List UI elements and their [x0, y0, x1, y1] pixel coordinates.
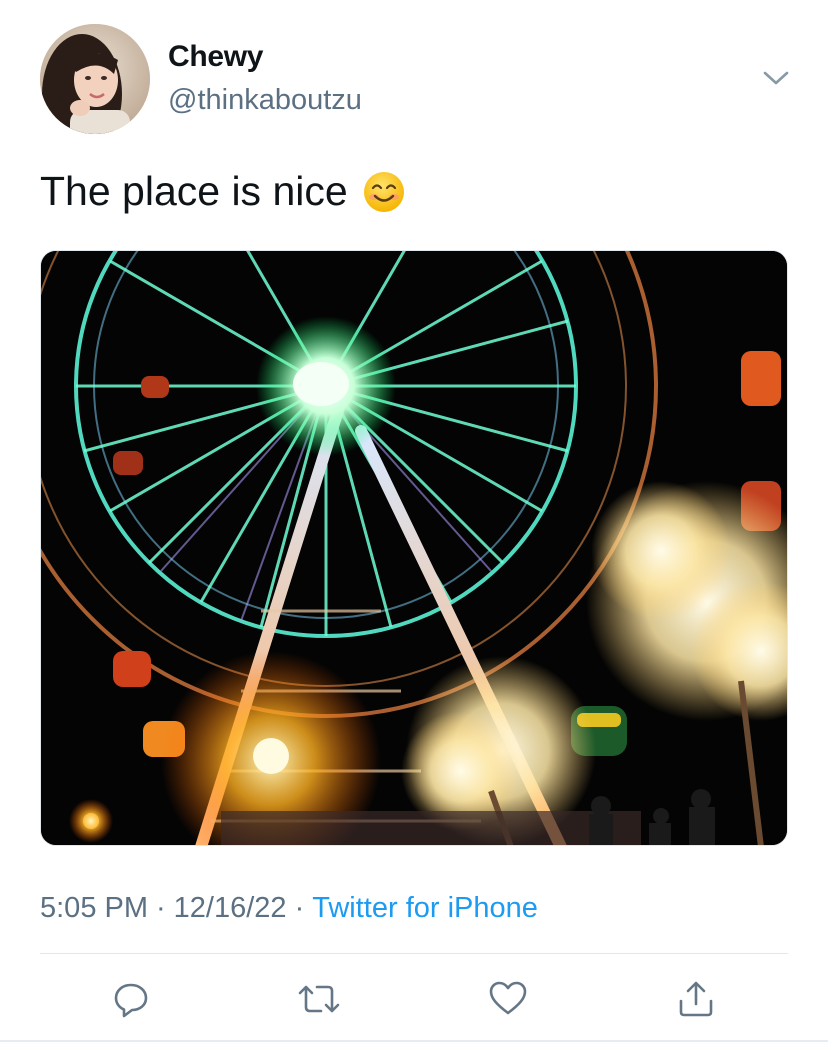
- tweet-time: 5:05 PM: [40, 892, 148, 924]
- meta-separator: ·: [294, 892, 305, 924]
- retweet-icon[interactable]: [296, 976, 342, 1022]
- avatar-image: [40, 24, 150, 134]
- meta-separator: ·: [156, 892, 166, 924]
- chevron-down-icon[interactable]: [760, 66, 792, 90]
- author-handle[interactable]: @thinkaboutzu: [168, 84, 362, 117]
- share-icon[interactable]: [673, 976, 719, 1022]
- tweet-media-photo[interactable]: [40, 250, 788, 846]
- tweet-date: 12/16/22: [173, 892, 287, 924]
- divider: [40, 953, 788, 954]
- reply-icon[interactable]: [108, 976, 154, 1022]
- tweet-meta: 5:05 PM · 12/16/22 · Twitter for iPhone: [40, 892, 538, 925]
- avatar[interactable]: [40, 24, 150, 134]
- author-display-name[interactable]: Chewy: [168, 40, 264, 74]
- ferris-wheel-photo: [41, 251, 787, 845]
- like-icon[interactable]: [485, 976, 531, 1022]
- tweet-source-link[interactable]: Twitter for iPhone: [312, 892, 538, 924]
- smiling-face-icon: [362, 170, 406, 214]
- tweet-actions-bar: [0, 970, 828, 1030]
- tweet-text-container: The place is nice: [40, 168, 406, 215]
- tweet-text: The place is nice: [40, 168, 348, 214]
